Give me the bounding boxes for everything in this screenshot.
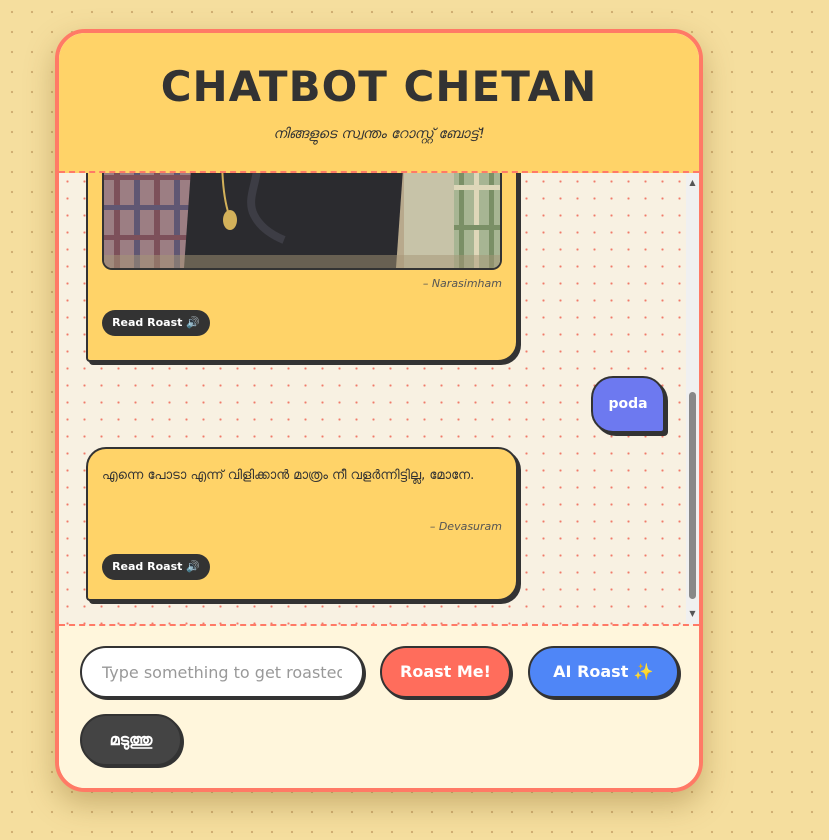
chat-scrollbar[interactable]: ▲ ▼ (686, 173, 699, 624)
header: CHATBOT CHETAN നിങ്ങളുടെ സ്വന്തം റോസ്റ്റ… (59, 33, 699, 173)
clear-chat-button[interactable]: മടുത്തു (80, 714, 182, 766)
ai-roast-button[interactable]: AI Roast ✨ (528, 646, 679, 698)
scroll-thumb[interactable] (689, 392, 696, 599)
speaker-icon: 🔊 (186, 560, 200, 573)
message-input[interactable] (80, 646, 364, 698)
quote-attribution: – Devasuram (429, 520, 502, 533)
quote-attribution: – Narasimham (422, 277, 502, 290)
scroll-up-icon[interactable]: ▲ (688, 178, 697, 187)
speaker-icon: 🔊 (186, 316, 200, 329)
chat-app: CHATBOT CHETAN നിങ്ങളുടെ സ്വന്തം റോസ്റ്റ… (55, 29, 703, 792)
input-area: Roast Me! AI Roast ✨ മടുത്തു (59, 626, 699, 788)
chat-messages[interactable]: – Narasimham Read Roast 🔊 poda എന്നെ പോട… (59, 173, 699, 626)
read-roast-button[interactable]: Read Roast 🔊 (102, 310, 210, 336)
read-roast-label: Read Roast (112, 316, 187, 329)
roast-quote: എന്നെ പോടാ എന്ന് വിളിക്കാൻ മാത്രം നീ വളർ… (102, 468, 475, 483)
user-message: poda (591, 376, 665, 433)
user-message-text: poda (608, 396, 648, 412)
roast-me-button[interactable]: Roast Me! (380, 646, 511, 698)
bot-message-text: എന്നെ പോടാ എന്ന് വിളിക്കാൻ മാത്രം നീ വളർ… (86, 447, 518, 601)
read-roast-label: Read Roast (112, 560, 187, 573)
meme-photo (104, 173, 500, 268)
page-subtitle: നിങ്ങളുടെ സ്വന്തം റോസ്റ്റ് ബോട്ട്! (273, 126, 485, 142)
page-title: CHATBOT CHETAN (160, 62, 598, 111)
scroll-down-icon[interactable]: ▼ (688, 609, 697, 618)
bot-message-image: – Narasimham Read Roast 🔊 (86, 173, 518, 362)
meme-image (102, 173, 502, 270)
read-roast-button[interactable]: Read Roast 🔊 (102, 554, 210, 580)
